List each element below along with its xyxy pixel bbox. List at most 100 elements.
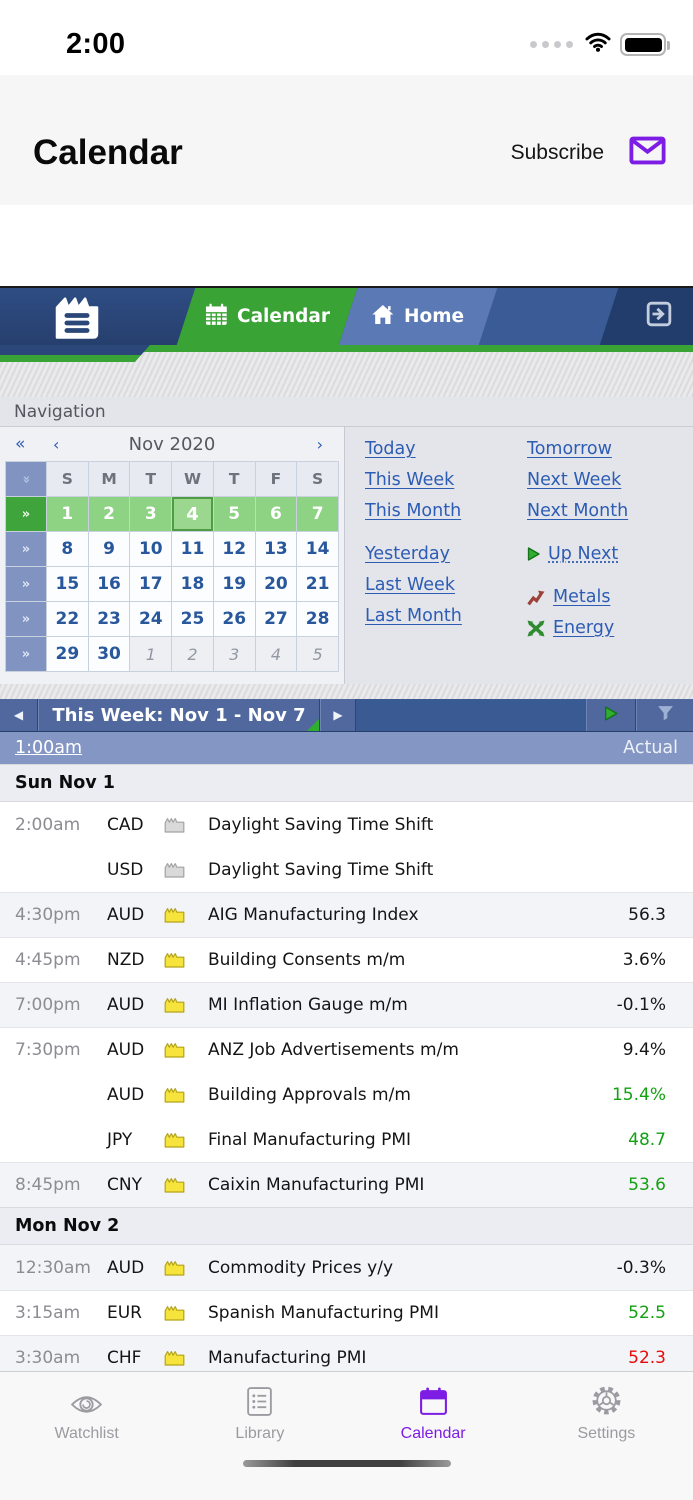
calendar-day-2[interactable]: 2 — [89, 497, 130, 531]
impact-icon-holiday — [164, 817, 208, 833]
calendar-day-8[interactable]: 8 — [47, 532, 88, 566]
event-row[interactable]: 3:30amCHFManufacturing PMI52.3 — [0, 1335, 693, 1371]
event-row[interactable]: 4:45pmNZDBuilding Consents m/m3.6% — [0, 937, 693, 982]
calendar-day-2[interactable]: 2 — [172, 637, 213, 671]
day-of-week-header: T — [214, 462, 255, 496]
event-row[interactable]: AUDBuilding Approvals m/m15.4% — [0, 1072, 693, 1117]
quick-link-up-next[interactable]: Up Next — [527, 544, 628, 564]
arrow-right-box-icon — [646, 301, 672, 332]
next-month-icon[interactable]: › — [317, 435, 323, 454]
calendar-day-25[interactable]: 25 — [172, 602, 213, 636]
event-row[interactable]: 2:00amCADDaylight Saving Time Shift — [0, 802, 693, 847]
week-select-chevron-icon[interactable]: » — [6, 637, 46, 671]
quick-link-tomorrow[interactable]: Tomorrow — [527, 439, 628, 459]
subscribe-envelope-icon[interactable] — [629, 135, 666, 171]
quick-link-yesterday[interactable]: Yesterday — [365, 544, 527, 564]
quick-link-this-week[interactable]: This Week — [365, 470, 527, 490]
quick-links-panel: Today This Week This Month Yesterday Last We… — [345, 427, 693, 684]
quick-link-next-month[interactable]: Next Month — [527, 501, 628, 521]
event-list: Sun Nov 12:00amCADDaylight Saving Time S… — [0, 764, 693, 1371]
calendar-day-1[interactable]: 1 — [47, 497, 88, 531]
calendar-icon — [418, 1385, 449, 1417]
calendar-day-30[interactable]: 30 — [89, 637, 130, 671]
calendar-day-3[interactable]: 3 — [130, 497, 171, 531]
week-select-chevron-icon[interactable]: » — [6, 497, 46, 531]
up-next-button[interactable] — [586, 699, 636, 731]
prev-month-icon[interactable]: ‹ — [53, 435, 59, 454]
event-actual-value: 52.5 — [628, 1303, 693, 1323]
prev-week-button[interactable]: ◀ — [0, 699, 38, 731]
calendar-day-18[interactable]: 18 — [172, 567, 213, 601]
event-name: Daylight Saving Time Shift — [208, 815, 666, 835]
event-currency: AUD — [107, 1258, 164, 1278]
home-indicator[interactable] — [243, 1460, 451, 1467]
date-header: Mon Nov 2 — [0, 1207, 693, 1245]
next-week-button[interactable]: ▶ — [320, 699, 356, 731]
calendar-day-3[interactable]: 3 — [214, 637, 255, 671]
calendar-day-9[interactable]: 9 — [89, 532, 130, 566]
calendar-day-15[interactable]: 15 — [47, 567, 88, 601]
quick-link-next-week[interactable]: Next Week — [527, 470, 628, 490]
calendar-day-23[interactable]: 23 — [89, 602, 130, 636]
calendar-day-5[interactable]: 5 — [297, 637, 338, 671]
event-actual-value: 56.3 — [628, 905, 693, 925]
calendar-day-6[interactable]: 6 — [256, 497, 297, 531]
calendar-day-4[interactable]: 4 — [172, 497, 213, 531]
week-select-chevron-icon[interactable]: » — [6, 532, 46, 566]
calendar-day-14[interactable]: 14 — [297, 532, 338, 566]
impact-icon-low — [164, 1260, 208, 1276]
site-tab-home[interactable]: Home — [339, 288, 498, 345]
calendar-day-5[interactable]: 5 — [214, 497, 255, 531]
calendar-day-19[interactable]: 19 — [214, 567, 255, 601]
calendar-day-10[interactable]: 10 — [130, 532, 171, 566]
calendar-day-20[interactable]: 20 — [256, 567, 297, 601]
event-row[interactable]: USDDaylight Saving Time Shift — [0, 847, 693, 892]
calendar-day-13[interactable]: 13 — [256, 532, 297, 566]
tab-settings[interactable]: Settings — [520, 1385, 693, 1443]
week-select-chevron-icon[interactable]: » — [6, 567, 46, 601]
calendar-day-1[interactable]: 1 — [130, 637, 171, 671]
filter-button[interactable] — [636, 699, 693, 731]
site-tab-calendar[interactable]: Calendar — [177, 288, 358, 345]
quick-link-last-month[interactable]: Last Month — [365, 606, 527, 626]
calendar-day-17[interactable]: 17 — [130, 567, 171, 601]
event-row[interactable]: 7:30pmAUDANZ Job Advertisements m/m9.4% — [0, 1027, 693, 1072]
quick-link-metals[interactable]: Metals — [527, 587, 628, 607]
calendar-day-16[interactable]: 16 — [89, 567, 130, 601]
next-event-time-link[interactable]: 1:00am — [15, 738, 82, 758]
calendar-day-4[interactable]: 4 — [256, 637, 297, 671]
calendar-day-7[interactable]: 7 — [297, 497, 338, 531]
impact-icon-low — [164, 1087, 208, 1103]
calendar-day-12[interactable]: 12 — [214, 532, 255, 566]
event-row[interactable]: 4:30pmAUDAIG Manufacturing Index56.3 — [0, 892, 693, 937]
tab-library[interactable]: Library — [173, 1385, 346, 1443]
calendar-day-27[interactable]: 27 — [256, 602, 297, 636]
navigation-section-header[interactable]: Navigation — [0, 397, 693, 427]
subscribe-button[interactable]: Subscribe — [511, 141, 604, 165]
calendar-day-11[interactable]: 11 — [172, 532, 213, 566]
week-range-selector[interactable]: This Week: Nov 1 - Nov 7 — [38, 699, 320, 731]
event-row[interactable]: 7:00pmAUDMI Inflation Gauge m/m-0.1% — [0, 982, 693, 1027]
week-select-chevron-icon[interactable]: » — [6, 602, 46, 636]
quick-link-energy[interactable]: Energy — [527, 618, 628, 638]
calendar-day-22[interactable]: 22 — [47, 602, 88, 636]
quick-link-today[interactable]: Today — [365, 439, 527, 459]
event-row[interactable]: 8:45pmCNYCaixin Manufacturing PMI53.6 — [0, 1162, 693, 1207]
nav-bar-segment — [479, 288, 620, 345]
calendar-day-28[interactable]: 28 — [297, 602, 338, 636]
play-icon — [604, 706, 618, 725]
forexfactory-logo-icon[interactable] — [49, 295, 105, 344]
collapse-weeks-icon[interactable]: » — [6, 462, 46, 496]
event-row[interactable]: 3:15amEURSpanish Manufacturing PMI52.5 — [0, 1290, 693, 1335]
quick-link-last-week[interactable]: Last Week — [365, 575, 527, 595]
quick-link-this-month[interactable]: This Month — [365, 501, 527, 521]
event-row[interactable]: JPYFinal Manufacturing PMI48.7 — [0, 1117, 693, 1162]
prev-year-icon[interactable]: « — [15, 434, 25, 454]
tab-watchlist[interactable]: Watchlist — [0, 1385, 173, 1443]
calendar-day-26[interactable]: 26 — [214, 602, 255, 636]
calendar-day-24[interactable]: 24 — [130, 602, 171, 636]
calendar-day-21[interactable]: 21 — [297, 567, 338, 601]
tab-calendar[interactable]: Calendar — [347, 1385, 520, 1443]
event-row[interactable]: 12:30amAUDCommodity Prices y/y-0.3% — [0, 1245, 693, 1290]
calendar-day-29[interactable]: 29 — [47, 637, 88, 671]
